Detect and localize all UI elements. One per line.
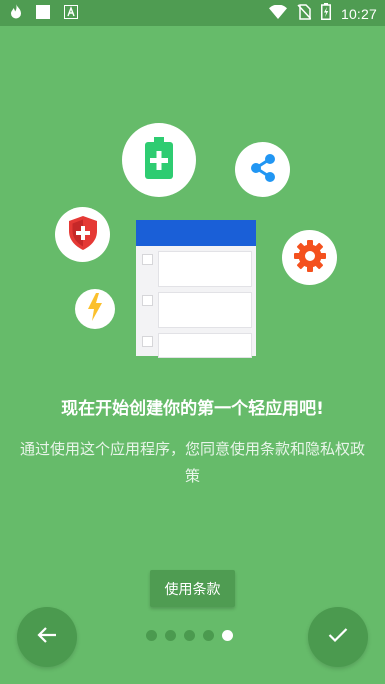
list-row-box xyxy=(158,251,252,287)
arrow-left-icon xyxy=(37,626,57,648)
lightning-circle xyxy=(75,289,115,329)
no-sim-icon xyxy=(297,3,312,24)
terms-of-use-button[interactable]: 使用条款 xyxy=(150,570,235,607)
letter-a-icon xyxy=(64,4,78,23)
gear-circle xyxy=(282,230,337,285)
square-notification-icon xyxy=(36,4,50,23)
page-indicator xyxy=(146,630,233,641)
list-header-bar xyxy=(136,220,256,246)
battery-plus-icon xyxy=(145,137,173,183)
share-icon xyxy=(248,153,278,187)
list-bullet xyxy=(142,254,153,265)
list-document-icon xyxy=(136,220,256,358)
list-row-box xyxy=(158,292,252,328)
onboarding-title: 现在开始创建你的第一个轻应用吧! xyxy=(61,399,324,419)
page-dot xyxy=(165,630,176,641)
page-dot xyxy=(184,630,195,641)
page-dot xyxy=(146,630,157,641)
shield-icon xyxy=(68,215,98,254)
fire-icon xyxy=(10,4,22,23)
list-bullet xyxy=(142,295,153,306)
onboarding-screen: 10:27 现在开始创建你的第一个轻应用吧! 通过使用这个应用程序，您同意使用条… xyxy=(0,0,385,684)
page-dot xyxy=(203,630,214,641)
lightning-icon xyxy=(86,293,104,325)
wifi-icon xyxy=(268,4,287,23)
list-row-box xyxy=(158,333,252,358)
status-bar: 10:27 xyxy=(0,0,385,26)
gear-icon xyxy=(293,239,327,277)
status-time: 10:27 xyxy=(340,5,377,22)
battery-charging-icon xyxy=(320,3,331,24)
done-button[interactable] xyxy=(308,607,368,667)
list-bullet xyxy=(142,336,153,347)
onboarding-description: 通过使用这个应用程序，您同意使用条款和隐私权政策 xyxy=(19,440,365,485)
battery-plus-circle xyxy=(122,123,196,197)
back-button[interactable] xyxy=(17,607,77,667)
check-icon xyxy=(328,627,348,647)
shield-circle xyxy=(55,207,110,262)
page-dot-active xyxy=(222,630,233,641)
share-circle xyxy=(235,142,290,197)
